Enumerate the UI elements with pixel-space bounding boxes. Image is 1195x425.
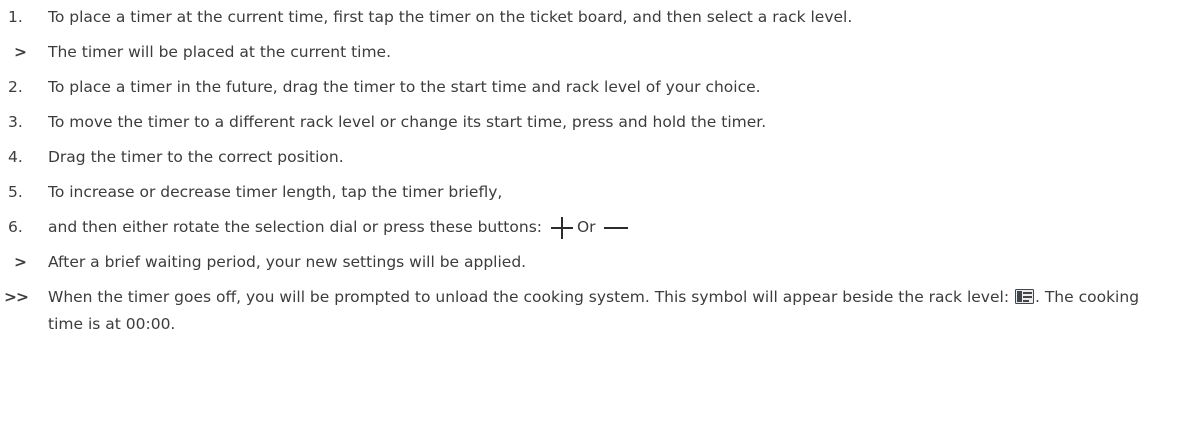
final-result: >> When the timer goes off, you will be … bbox=[0, 284, 1195, 338]
minus-icon bbox=[604, 217, 629, 239]
result-marker: > bbox=[14, 43, 27, 61]
step-4: 4. Drag the timer to the correct positio… bbox=[0, 144, 1195, 171]
step-text: Drag the timer to the correct position. bbox=[48, 148, 344, 166]
step-marker: 5. bbox=[8, 183, 23, 201]
step-6: 6. and then either rotate the selection … bbox=[0, 214, 1195, 241]
step-1: 1. To place a timer at the current time,… bbox=[0, 4, 1195, 31]
plus-icon bbox=[550, 216, 573, 239]
step-5: 5. To increase or decrease timer length,… bbox=[0, 179, 1195, 206]
step-marker: 2. bbox=[8, 78, 23, 96]
result-1: > The timer will be placed at the curren… bbox=[0, 39, 1195, 66]
step-marker: 1. bbox=[8, 8, 23, 26]
or-label: Or bbox=[576, 218, 596, 236]
final-result-marker: >> bbox=[4, 288, 29, 306]
result-text: The timer will be placed at the current … bbox=[48, 43, 392, 61]
step-marker: 6. bbox=[8, 218, 23, 236]
step-text: and then either rotate the selection dia… bbox=[48, 218, 542, 236]
step-text: To place a timer at the current time, fi… bbox=[48, 8, 853, 26]
instruction-list: 1. To place a timer at the current time,… bbox=[0, 4, 1195, 338]
step-marker: 4. bbox=[8, 148, 23, 166]
step-text: To increase or decrease timer length, ta… bbox=[48, 183, 503, 201]
unload-rack-icon bbox=[1014, 289, 1034, 304]
result-2: > After a brief waiting period, your new… bbox=[0, 249, 1195, 276]
step-2: 2. To place a timer in the future, drag … bbox=[0, 74, 1195, 101]
step-text: To move the timer to a different rack le… bbox=[48, 113, 767, 131]
result-marker: > bbox=[14, 253, 27, 271]
result-text: After a brief waiting period, your new s… bbox=[48, 253, 527, 271]
final-result-text-before: When the timer goes off, you will be pro… bbox=[48, 288, 1010, 306]
step-3: 3. To move the timer to a different rack… bbox=[0, 109, 1195, 136]
step-marker: 3. bbox=[8, 113, 23, 131]
step-text: To place a timer in the future, drag the… bbox=[48, 78, 761, 96]
